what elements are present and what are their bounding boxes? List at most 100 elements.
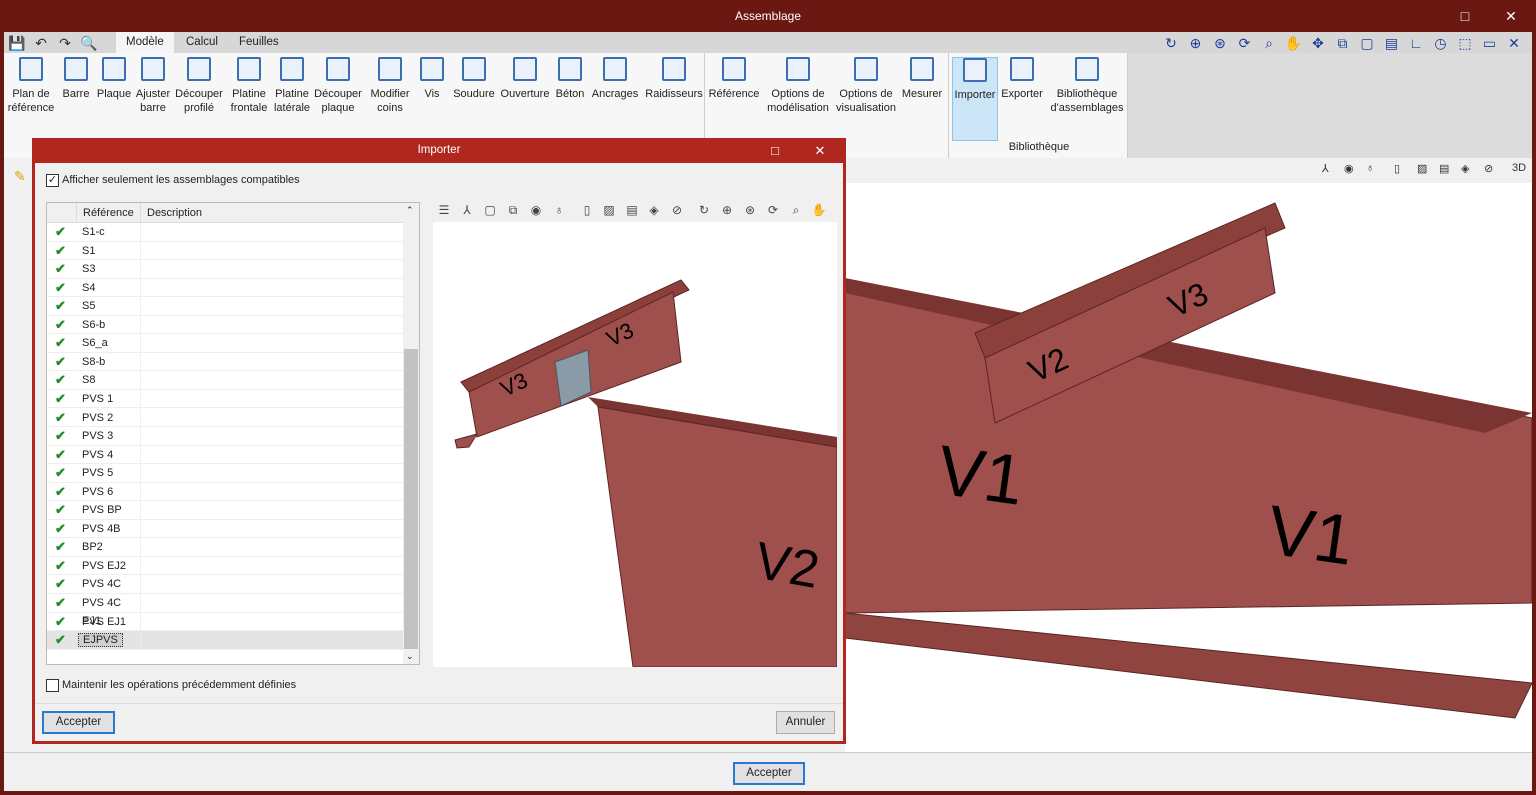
list-item[interactable]: ✔ PVS 1 — [47, 389, 403, 409]
list-item[interactable]: ✔ EJPVS — [47, 631, 403, 650]
material-icon[interactable]: ◈ — [645, 201, 663, 219]
redo-icon[interactable]: ↷ — [56, 34, 74, 52]
search-icon[interactable]: 🔍 — [80, 34, 98, 52]
ribbon-button-importer[interactable]: Importer — [952, 57, 998, 141]
section-green-icon[interactable]: ▨ — [1417, 162, 1427, 175]
ribbon-button-référence[interactable]: Référence — [707, 57, 761, 101]
views-icon[interactable]: ⧉ — [504, 201, 522, 219]
zoom-icon[interactable]: ⌕ — [787, 201, 805, 219]
frame-icon[interactable]: ▢ — [1358, 34, 1376, 52]
rotate-icon[interactable]: ↻ — [1162, 34, 1180, 52]
dialog-close-button[interactable]: ✕ — [805, 138, 835, 163]
section-blue-icon[interactable]: ▤ — [1439, 162, 1449, 175]
visibility-icon[interactable]: ◉ — [1344, 162, 1354, 175]
list-item[interactable]: ✔ PVS EJ1 — [47, 612, 403, 632]
tab-feuilles[interactable]: Feuilles — [229, 32, 289, 53]
column-description[interactable]: Description — [147, 203, 202, 223]
ribbon-button-barre[interactable]: Barre — [59, 57, 93, 101]
cube-icon[interactable]: ▢ — [481, 201, 499, 219]
ribbon-button-ancrages[interactable]: Ancrages — [591, 57, 639, 101]
ribbon-button-bibliothèque[interactable]: Bibliothèque d'assemblages — [1048, 57, 1126, 115]
3d-viewport[interactable]: V1 V1 V2 V3 — [845, 183, 1532, 752]
orbit-icon[interactable]: ♁ — [1366, 162, 1374, 174]
ribbon-button-vis[interactable]: Vis — [419, 57, 445, 101]
dialog-accept-button[interactable]: Accepter — [42, 711, 115, 734]
list-item[interactable]: ✔ S5 — [47, 297, 403, 316]
layers-icon[interactable]: ☰ — [435, 201, 453, 219]
orbit-icon[interactable]: ✥ — [1309, 34, 1327, 52]
visibility-icon[interactable]: ◉ — [527, 201, 545, 219]
dialog-cancel-button[interactable]: Annuler — [776, 711, 835, 734]
column-reference[interactable]: Référence — [76, 203, 141, 223]
scale-icon[interactable]: ▤ — [1383, 34, 1401, 52]
scroll-thumb[interactable] — [404, 349, 418, 649]
cube-icon[interactable]: ◈ — [1461, 162, 1469, 175]
comment-icon[interactable]: ▭ — [1481, 34, 1499, 52]
3d-icon[interactable]: 3D — [1512, 162, 1526, 174]
list-item[interactable]: ✔ PVS 4 — [47, 445, 403, 465]
pencil-icon[interactable]: ✎ — [14, 168, 26, 185]
ribbon-button-découper[interactable]: Découper profilé — [174, 57, 224, 115]
zoom-window-icon[interactable]: ⊕ — [718, 201, 736, 219]
ribbon-button-options-de[interactable]: Options de modélisation — [764, 57, 832, 115]
list-item[interactable]: ✔ PVS 5 — [47, 464, 403, 483]
list-item[interactable]: ✔ BP2 — [47, 538, 403, 557]
close-button[interactable]: ✕ — [1488, 0, 1534, 32]
tab-modele[interactable]: Modèle — [116, 32, 174, 53]
zoom-x2-icon[interactable]: ⊛ — [1211, 34, 1229, 52]
zoom-x2-icon[interactable]: ⊛ — [741, 201, 759, 219]
assembly-list[interactable]: Référence Description ✔ S1-c ✔ S1 ✔ S3 ✔ S4 ✔ S5 ✔… — [46, 202, 420, 665]
section-blue-icon[interactable]: ▤ — [623, 201, 641, 219]
tab-calcul[interactable]: Calcul — [176, 32, 228, 53]
ribbon-button-plan-de[interactable]: Plan de référence — [6, 57, 56, 115]
list-item[interactable]: ✔ PVS BP — [47, 501, 403, 520]
list-item[interactable]: ✔ S1 — [47, 241, 403, 261]
section-red-icon[interactable]: ▯ — [1394, 162, 1400, 175]
section-green-icon[interactable]: ▨ — [600, 201, 618, 219]
ribbon-button-platine[interactable]: Platine frontale — [229, 57, 269, 115]
clock-icon[interactable]: ◷ — [1432, 34, 1450, 52]
section-red-icon[interactable]: ▯ — [578, 201, 596, 219]
preview-viewport[interactable]: V3 V3 V2 — [433, 222, 837, 667]
list-item[interactable]: ✔ S8 — [47, 371, 403, 390]
axes-icon[interactable]: ⅄ — [458, 201, 476, 219]
accept-button[interactable]: Accepter — [733, 762, 805, 785]
hide-icon[interactable]: ⊘ — [668, 201, 686, 219]
list-item[interactable]: ✔ PVS 4C — [47, 575, 403, 594]
angle-icon[interactable]: ∟ — [1407, 34, 1425, 52]
selection-icon[interactable]: ⬚ — [1456, 34, 1474, 52]
save-icon[interactable]: 💾 — [8, 34, 26, 52]
keep-operations-checkbox[interactable] — [46, 679, 59, 692]
list-item[interactable]: ✔ PVS 3 — [47, 427, 403, 446]
maximize-button[interactable]: □ — [1442, 0, 1488, 32]
list-item[interactable]: ✔ S6-b — [47, 315, 403, 335]
tools-icon[interactable]: ✕ — [1505, 34, 1523, 52]
list-item[interactable]: ✔ S8-b — [47, 352, 403, 372]
ribbon-button-soudure[interactable]: Soudure — [452, 57, 496, 101]
refresh-icon[interactable]: ⟳ — [1236, 34, 1254, 52]
ribbon-button-ouverture[interactable]: Ouverture — [500, 57, 550, 101]
zoom-window-icon[interactable]: ⊕ — [1187, 34, 1205, 52]
rotate-icon[interactable]: ↻ — [695, 201, 713, 219]
refresh-icon[interactable]: ⟳ — [764, 201, 782, 219]
list-item[interactable]: ✔ S1-c — [47, 223, 403, 242]
ribbon-button-mesurer[interactable]: Mesurer — [899, 57, 945, 101]
undo-icon[interactable]: ↶ — [32, 34, 50, 52]
ribbon-button-ajuster[interactable]: Ajuster barre — [135, 57, 171, 115]
ribbon-button-options-de[interactable]: Options de visualisation — [834, 57, 898, 115]
ribbon-button-plaque[interactable]: Plaque — [96, 57, 132, 101]
list-item[interactable]: ✔ PVS EJ2 — [47, 556, 403, 576]
ribbon-button-modifier[interactable]: Modifier coins — [367, 57, 413, 115]
list-item[interactable]: ✔ PVS 4B — [47, 519, 403, 539]
list-item[interactable]: ✔ PVS 4C EJ1 — [47, 594, 403, 627]
pan-hand-icon[interactable]: ✋ — [810, 201, 828, 219]
ribbon-button-exporter[interactable]: Exporter — [1000, 57, 1044, 101]
list-item[interactable]: ✔ S6_a — [47, 334, 403, 353]
zoom-icon[interactable]: ⌕ — [1260, 34, 1278, 52]
list-item[interactable]: ✔ PVS 6 — [47, 482, 403, 502]
list-item[interactable]: ✔ S4 — [47, 278, 403, 298]
pan-hand-icon[interactable]: ✋ — [1285, 34, 1303, 52]
ribbon-button-découper[interactable]: Découper plaque — [314, 57, 362, 115]
ribbon-button-béton[interactable]: Béton — [553, 57, 587, 101]
scroll-down-icon[interactable]: ⌄ — [406, 651, 414, 662]
